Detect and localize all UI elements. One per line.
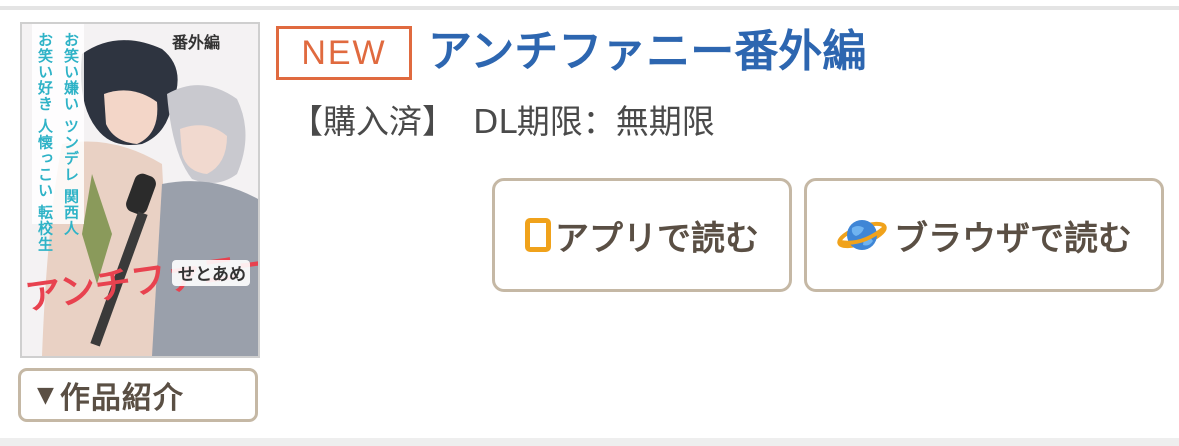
work-intro-button[interactable]: ▼ 作品紹介 bbox=[18, 368, 258, 422]
bottom-divider bbox=[0, 438, 1179, 446]
cover-tagline-1: お笑い好き 人懐っこい 転校生 bbox=[36, 32, 54, 252]
book-cover-art: お笑い好き 人懐っこい 転校生 お笑い嫌い ツンデレ 関西人 番外編 アンチファ… bbox=[22, 24, 258, 356]
purchase-status: 【購入済】 bbox=[290, 102, 455, 141]
cover-author: せとあめ bbox=[178, 265, 246, 285]
globe-icon bbox=[837, 220, 887, 250]
cover-edition-label: 番外編 bbox=[171, 33, 220, 52]
purchase-meta: 【購入済】 DL期限：無期限 bbox=[290, 100, 715, 144]
work-intro-label: 作品紹介 bbox=[59, 381, 184, 416]
read-in-app-label: アプリで読む bbox=[555, 218, 759, 259]
new-badge: NEW bbox=[276, 26, 412, 80]
book-cover[interactable]: お笑い好き 人懐っこい 転校生 お笑い嫌い ツンデレ 関西人 番外編 アンチファ… bbox=[20, 22, 260, 358]
read-in-browser-label: ブラウザで読む bbox=[894, 218, 1132, 259]
cover-tagline-2: お笑い嫌い ツンデレ 関西人 bbox=[62, 32, 80, 236]
read-in-app-button[interactable]: アプリで読む bbox=[492, 178, 792, 292]
triangle-down-icon: ▼ bbox=[37, 382, 54, 408]
product-title[interactable]: アンチファニー番外編 bbox=[428, 22, 866, 82]
top-divider bbox=[0, 6, 1179, 10]
read-in-browser-button[interactable]: ブラウザで読む bbox=[804, 178, 1164, 292]
tablet-icon bbox=[525, 218, 551, 252]
download-limit: DL期限：無期限 bbox=[473, 102, 715, 141]
